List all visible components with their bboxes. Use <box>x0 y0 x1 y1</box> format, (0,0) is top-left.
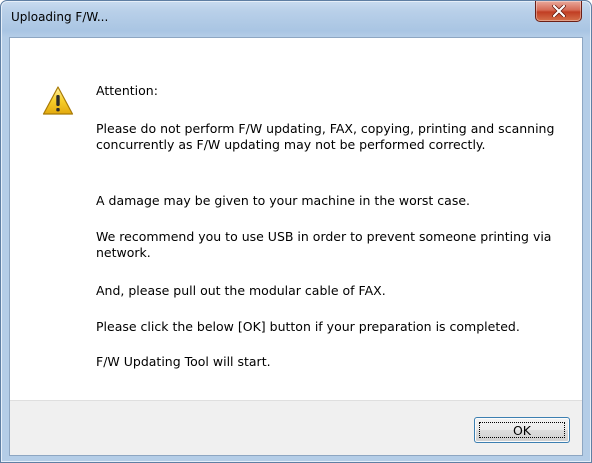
dialog-client-area: Attention: Please do not perform F/W upd… <box>9 37 583 456</box>
title-bar[interactable]: Uploading F/W... <box>1 1 591 37</box>
message-area: Attention: Please do not perform F/W upd… <box>10 38 582 400</box>
button-bar: OK <box>10 400 582 455</box>
message-heading: Attention: <box>96 83 158 98</box>
message-paragraph-1: Please do not perform F/W updating, FAX,… <box>96 121 555 152</box>
dialog-window: Uploading F/W... Attention: Please do no… <box>0 0 592 463</box>
message-paragraph-5: Please click the below [OK] button if yo… <box>96 319 520 334</box>
message-paragraph-4: And, please pull out the modular cable o… <box>96 283 386 298</box>
close-button[interactable] <box>535 1 582 22</box>
close-icon <box>551 5 566 17</box>
warning-icon <box>42 86 74 115</box>
message-paragraph-2: A damage may be given to your machine in… <box>96 193 471 208</box>
window-title: Uploading F/W... <box>11 10 109 24</box>
ok-button-label: OK <box>512 422 532 438</box>
message-paragraph-3: We recommend you to use USB in order to … <box>96 229 552 260</box>
ok-button[interactable]: OK <box>474 417 570 443</box>
message-paragraph-6: F/W Updating Tool will start. <box>96 354 271 369</box>
